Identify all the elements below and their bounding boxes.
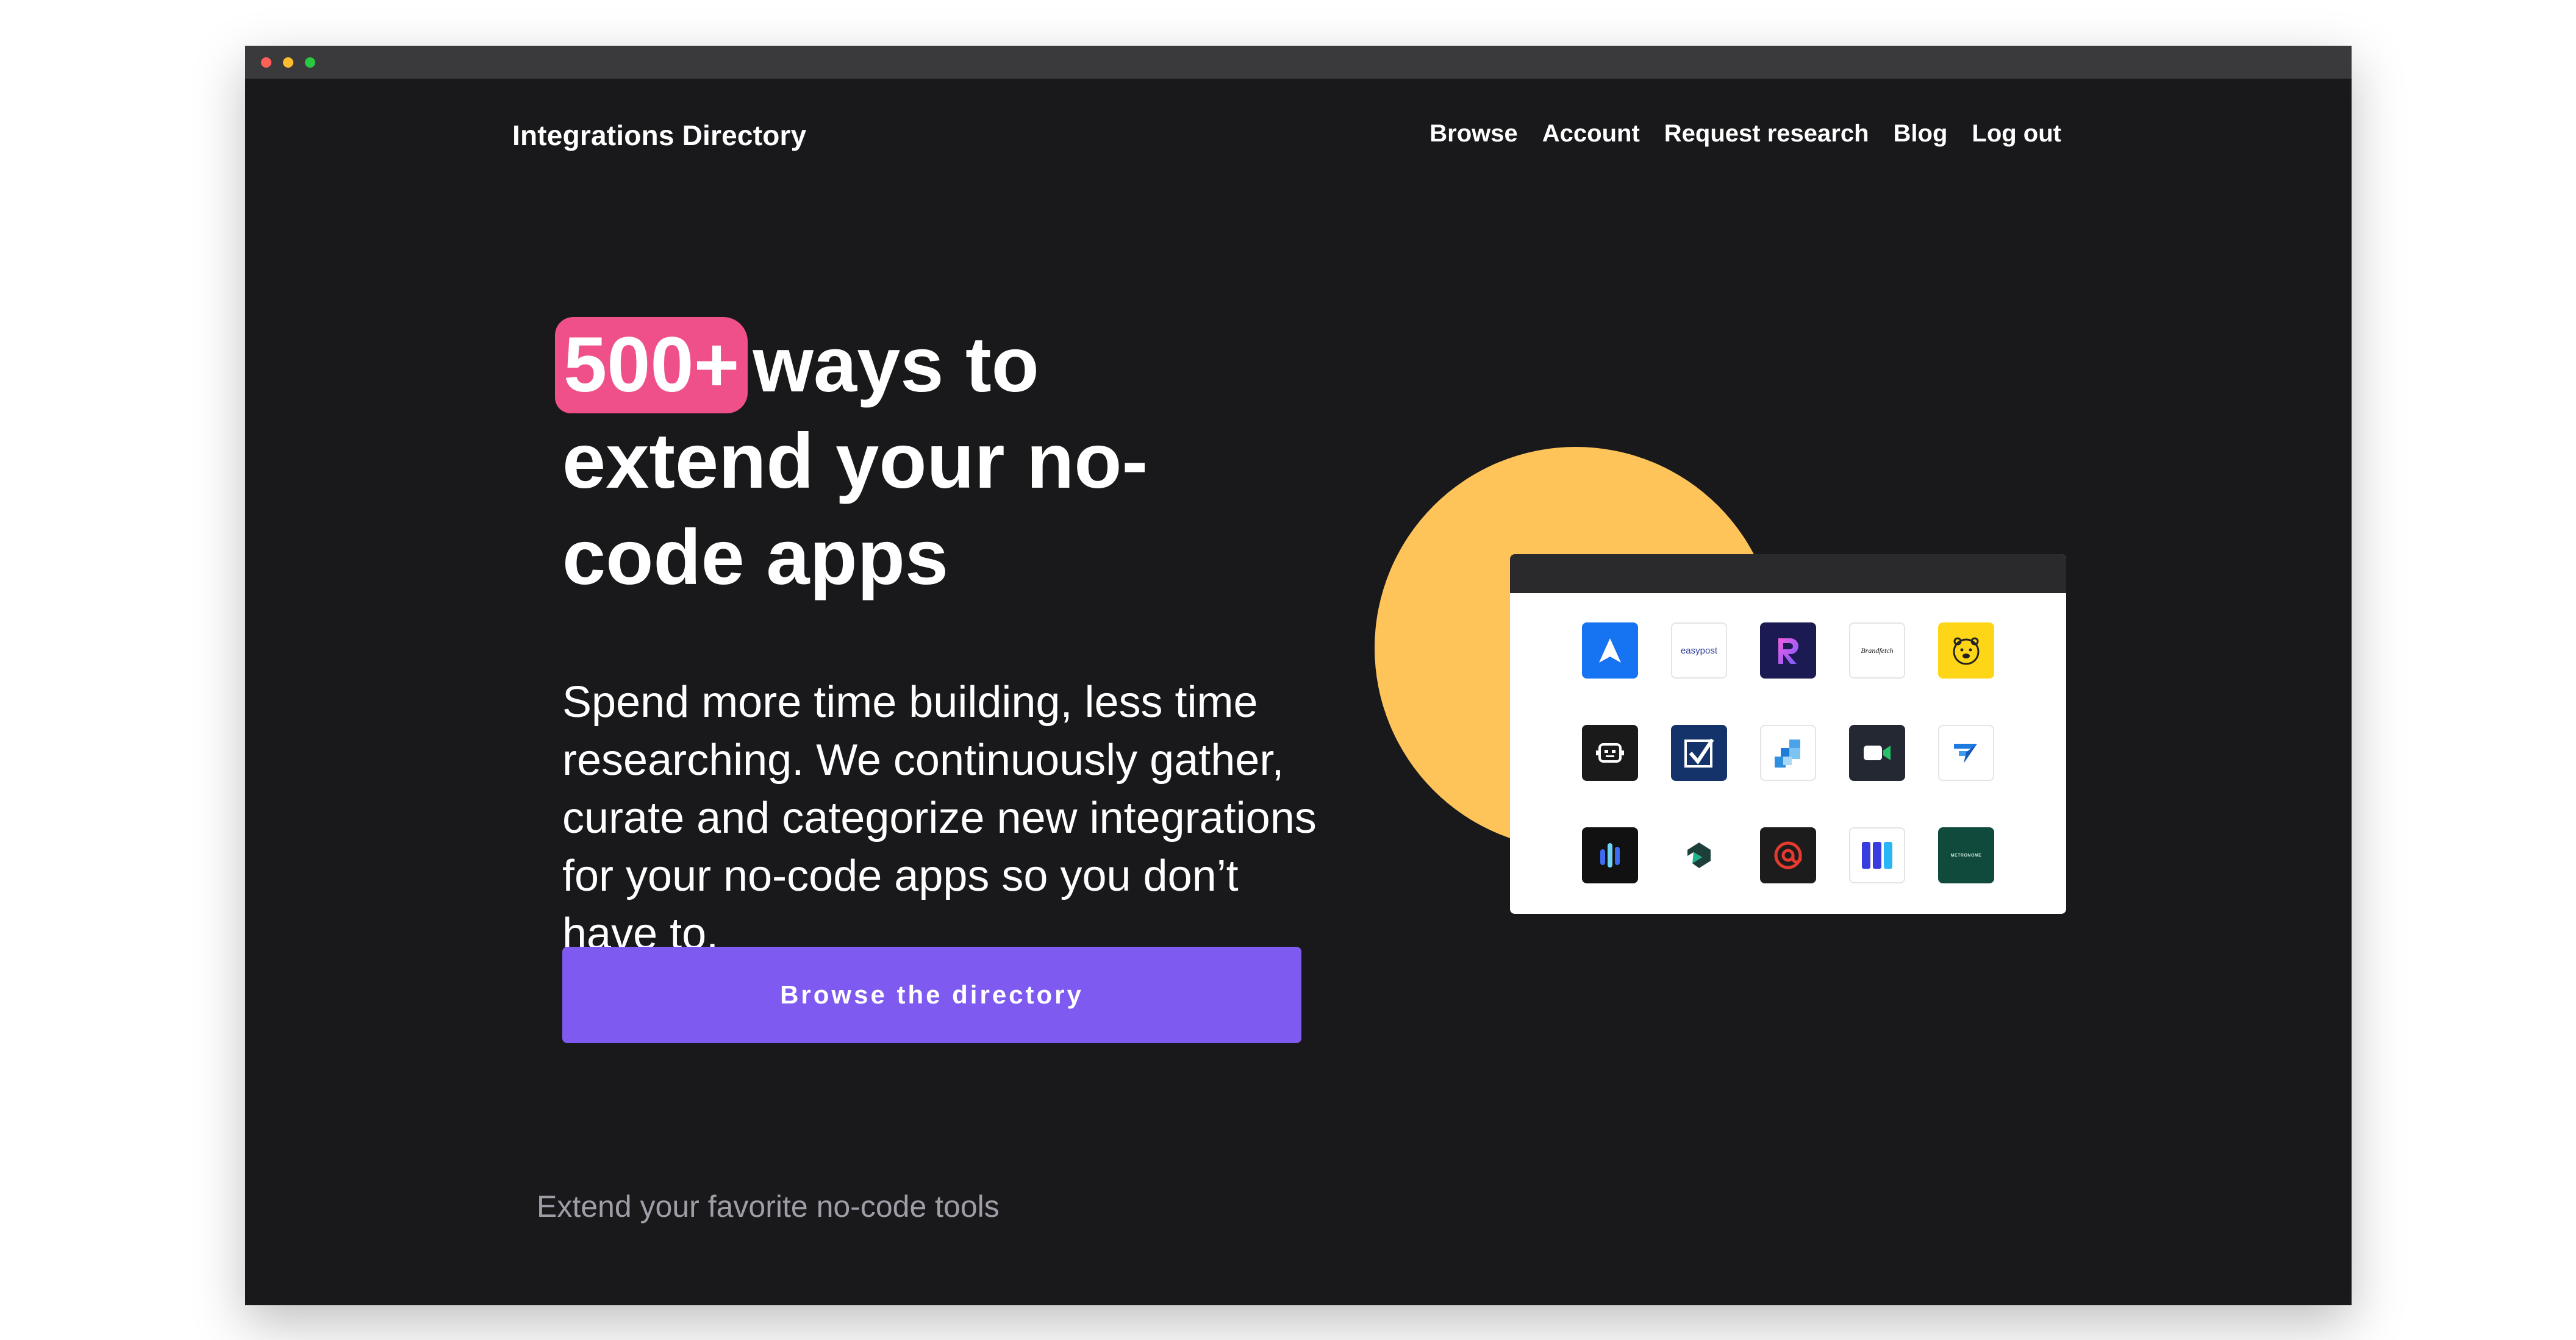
paper-plane-logo-icon[interactable] xyxy=(1938,725,1994,781)
hero-title-line1: ways to xyxy=(753,321,1039,408)
hero-title-line2: extend your no- xyxy=(562,418,1148,505)
panel-titlebar xyxy=(1510,554,2066,593)
nav-menu: Browse Account Request research Blog Log… xyxy=(1429,120,2061,148)
site-brand[interactable]: Integrations Directory xyxy=(512,119,806,152)
r-letter-logo-icon[interactable] xyxy=(1760,622,1816,679)
integrations-logo-panel: easypost Brandfetch METRONOME xyxy=(1510,554,2066,914)
brandfetch-logo-icon[interactable]: Brandfetch xyxy=(1849,622,1905,679)
arrow-logo-icon[interactable] xyxy=(1582,622,1638,679)
hero-title-line3: code apps xyxy=(562,514,949,601)
checkbox-logo-icon[interactable] xyxy=(1671,725,1727,781)
nav-browse-link[interactable]: Browse xyxy=(1429,120,1518,148)
window-titlebar xyxy=(245,46,2352,79)
close-window-dot[interactable] xyxy=(261,57,271,68)
bars-logo-icon[interactable] xyxy=(1582,827,1638,883)
nav-logout-link[interactable]: Log out xyxy=(1972,120,2061,148)
hero-highlight-badge: 500+ xyxy=(555,317,748,413)
browse-directory-button[interactable]: Browse the directory xyxy=(562,947,1301,1043)
nav-blog-link[interactable]: Blog xyxy=(1894,120,1948,148)
browser-window: Integrations Directory Browse Account Re… xyxy=(245,46,2352,1305)
bear-face-logo-icon[interactable] xyxy=(1938,622,1994,679)
metronome-logo-icon[interactable]: METRONOME xyxy=(1938,827,1994,883)
minimize-window-dot[interactable] xyxy=(283,57,293,68)
nav-request-research-link[interactable]: Request research xyxy=(1664,120,1869,148)
nav-account-link[interactable]: Account xyxy=(1542,120,1640,148)
maximize-window-dot[interactable] xyxy=(305,57,315,68)
robot-face-logo-icon[interactable] xyxy=(1582,725,1638,781)
hero-subtitle: Spend more time building, less time rese… xyxy=(562,678,1317,958)
diamond-logo-icon[interactable] xyxy=(1671,827,1727,883)
blue-squares-logo-icon[interactable] xyxy=(1760,725,1816,781)
columns-logo-icon[interactable] xyxy=(1849,827,1905,883)
footer-note: Extend your favorite no-code tools xyxy=(537,1189,1000,1224)
easypost-logo-icon[interactable]: easypost xyxy=(1671,622,1727,679)
logo-grid: easypost Brandfetch METRONOME xyxy=(1582,622,1994,883)
at-sign-logo-icon[interactable] xyxy=(1760,827,1816,883)
hero-title: 500+ ways to extend your no- code apps xyxy=(555,317,1233,606)
video-camera-logo-icon[interactable] xyxy=(1849,725,1905,781)
